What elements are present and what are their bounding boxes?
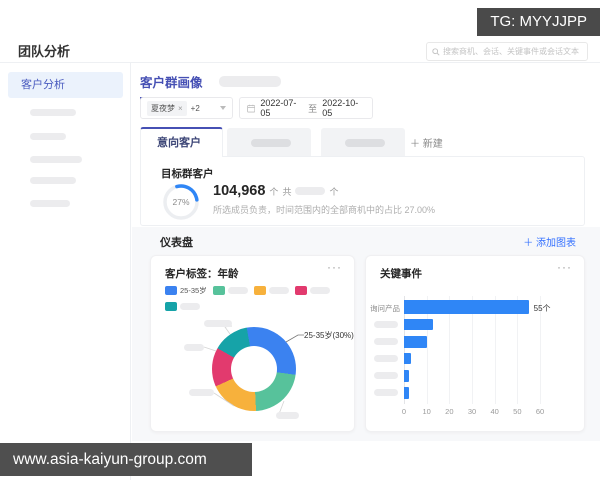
group-filter-more: +2: [190, 103, 200, 113]
tab-placeholder[interactable]: [219, 76, 281, 87]
tab-placeholder-text: [251, 139, 291, 147]
dashboard-title: 仪表盘: [160, 237, 193, 249]
group-filter-select[interactable]: 夏夜梦 × +2: [140, 97, 233, 119]
x-tick-label: 40: [490, 407, 499, 416]
sidebar-item-placeholder[interactable]: [30, 109, 76, 116]
card-menu-icon[interactable]: ···: [327, 260, 342, 274]
new-tab-button[interactable]: ＋ 新建: [410, 135, 443, 150]
date-to-label: 至: [308, 103, 318, 114]
x-tick-label: 30: [467, 407, 477, 416]
bar-category-placeholder: [374, 355, 398, 362]
legend-swatch: [253, 286, 266, 295]
customer-tags-title: 客户标签：年龄: [165, 268, 239, 280]
x-tick-label: 60: [535, 407, 545, 416]
global-search[interactable]: [426, 42, 588, 61]
donut-label-placeholder: [189, 389, 214, 396]
legend-swatch: [165, 302, 177, 311]
bar-value-label: 55个: [533, 304, 551, 313]
customer-count-unit: 个: [269, 187, 279, 197]
bar: [404, 319, 434, 330]
x-tick-label: 20: [445, 407, 454, 416]
date-range-picker[interactable]: 2022-07-05 至 2022-10-05: [239, 97, 373, 119]
calendar-icon: [247, 104, 256, 113]
search-icon: [432, 47, 440, 56]
gauge-percent-label: 27%: [172, 197, 190, 207]
sidebar-item-placeholder[interactable]: [30, 133, 66, 140]
total-unit: 个: [329, 187, 339, 197]
donut-hole: [231, 346, 277, 392]
key-events-card: 关键事件 ··· 0 10 20 30 40 50 60 询问产品 55个: [365, 255, 585, 432]
tab-customer-group-portrait[interactable]: 客户群画像: [140, 72, 203, 100]
group-filter-tag[interactable]: 夏夜梦 ×: [147, 100, 187, 116]
donut-label-placeholder: [184, 344, 204, 351]
bar: [404, 370, 409, 382]
tab-placeholder-2[interactable]: [227, 128, 311, 157]
bar: [404, 353, 411, 364]
tab-placeholder-text: [345, 139, 385, 147]
target-group-title: 目标群客户: [161, 168, 214, 180]
watermark-url: www.asia-kaiyun-group.com: [0, 443, 252, 476]
legend-item[interactable]: [212, 285, 248, 296]
donut-legend: 25-35岁: [165, 285, 347, 317]
bar-category-placeholder: [374, 389, 398, 396]
sidebar-item-placeholder[interactable]: [30, 177, 76, 184]
legend-item[interactable]: [294, 285, 330, 296]
add-chart-button[interactable]: ＋ 添加图表: [523, 234, 576, 249]
chevron-down-icon: [220, 106, 226, 110]
sidebar-item-placeholder[interactable]: [30, 200, 70, 207]
tab-intent-customers[interactable]: 意向客户: [140, 127, 223, 157]
sidebar: 客户分析: [0, 63, 131, 480]
bar-chart: 0 10 20 30 40 50 60 询问产品: [366, 256, 584, 431]
total-prefix: 共: [282, 187, 292, 197]
legend-swatch: [294, 286, 307, 295]
total-placeholder: [295, 187, 326, 195]
legend-label-placeholder: [227, 287, 248, 294]
donut-label-placeholder: [204, 320, 232, 327]
group-tag-label: 夏夜梦: [151, 103, 175, 113]
bar-category-placeholder: [374, 372, 398, 379]
bar: [404, 336, 427, 348]
date-end: 2022-10-05: [322, 98, 359, 118]
donut-slice-label: 25-35岁(30%): [304, 331, 354, 340]
legend-label-placeholder: [180, 303, 200, 310]
tag-remove-icon[interactable]: ×: [178, 104, 183, 113]
x-tick-label: 0: [401, 407, 407, 416]
customer-tags-card: 客户标签：年龄 ··· 25-35岁 25-35岁(30%): [150, 255, 355, 432]
bar: [404, 300, 529, 314]
tg-badge: TG: MYYJJPP: [477, 8, 600, 36]
legend-item[interactable]: 25-35岁: [165, 285, 207, 296]
bar-category-placeholder: [374, 321, 398, 328]
date-start: 2022-07-05: [260, 98, 297, 118]
sidebar-item-customer-analysis[interactable]: 客户分析: [8, 72, 123, 98]
bar: [404, 387, 409, 399]
legend-label: 25-35岁: [180, 286, 207, 295]
legend-label-placeholder: [268, 287, 289, 294]
bar-category-placeholder: [374, 338, 398, 345]
target-group-panel: 目标群客户 27% 104,968 个 共 个 所选成员负责，时间范围内的全部商…: [140, 156, 585, 226]
x-tick-label: 10: [422, 407, 431, 416]
dashboard-section: 仪表盘 ＋ 添加图表 客户标签：年龄 ··· 25-35岁 25-35岁(30%…: [132, 227, 600, 441]
page-title: 团队分析: [18, 44, 71, 59]
legend-swatch: [212, 286, 225, 295]
customer-count: 104,968: [213, 183, 266, 199]
stat-description: 所选成员负责，时间范围内的全部商机中的占比 27.00%: [213, 205, 436, 215]
legend-item[interactable]: [165, 302, 200, 311]
x-tick-label: 50: [513, 407, 522, 416]
legend-swatch: [165, 286, 177, 295]
donut-label-placeholder: [276, 412, 299, 419]
legend-item[interactable]: [253, 285, 289, 296]
bar-category-label: 询问产品: [370, 304, 400, 313]
search-input[interactable]: [443, 47, 582, 56]
sidebar-item-placeholder[interactable]: [30, 156, 82, 163]
legend-label-placeholder: [309, 287, 330, 294]
tab-placeholder-3[interactable]: [321, 128, 405, 157]
